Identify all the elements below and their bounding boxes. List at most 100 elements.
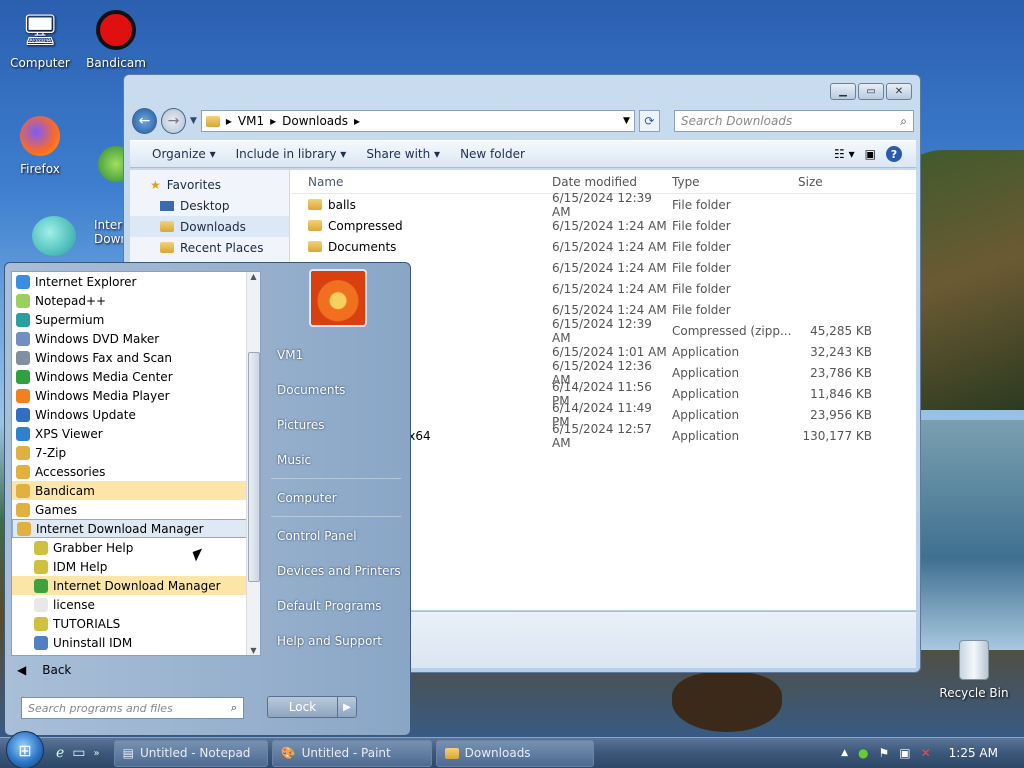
column-date-modified[interactable]: Date modified	[552, 175, 672, 189]
help-icon[interactable]: ?	[886, 146, 902, 162]
breadcrumb-separator-icon[interactable]: ▸	[226, 114, 232, 128]
organize-button[interactable]: Organize ▾	[144, 144, 224, 164]
file-date: 6/15/2024 12:39 AM	[552, 316, 652, 345]
desktop-icon-computer[interactable]: 🖥 Computer	[0, 8, 80, 71]
program-item[interactable]: Grabber Help	[12, 538, 260, 557]
back-button[interactable]: ◀ Back	[17, 660, 71, 680]
task-paint[interactable]: 🎨 Untitled - Paint	[271, 739, 432, 767]
show-desktop-icon[interactable]: ▭	[72, 745, 85, 761]
task-label: Downloads	[464, 746, 531, 760]
minimize-button[interactable]: ▁	[830, 83, 856, 100]
network-icon[interactable]: ▣	[899, 746, 910, 760]
nav-item-desktop[interactable]: Desktop	[130, 195, 289, 216]
new-folder-button[interactable]: New folder	[452, 144, 533, 164]
start-button[interactable]: ⊞	[6, 731, 44, 768]
column-size[interactable]: Size	[792, 175, 872, 189]
nav-item-downloads[interactable]: Downloads	[130, 216, 289, 237]
forward-button[interactable]: →	[160, 108, 186, 134]
program-item[interactable]: Bandicam	[12, 481, 260, 500]
desktop-icon-firefox[interactable]: Firefox	[0, 114, 80, 176]
file-type: Application	[672, 386, 740, 401]
task-downloads[interactable]: Downloads	[435, 739, 594, 767]
file-date: 6/15/2024 12:39 AM	[552, 190, 652, 219]
refresh-icon[interactable]: ⟳	[638, 110, 660, 132]
file-row[interactable]: Documents 6/15/2024 1:24 AM File folder	[290, 236, 916, 257]
program-item[interactable]: TUTORIALS	[12, 614, 260, 633]
breadcrumb-vm1[interactable]: VM1	[238, 114, 264, 128]
program-item[interactable]: Accessories	[12, 462, 260, 481]
task-notepad[interactable]: ▤ Untitled - Notepad	[113, 739, 268, 767]
address-dropdown-icon[interactable]: ▼	[623, 116, 634, 126]
nav-item-recent-places[interactable]: Recent Places	[130, 237, 289, 258]
close-button[interactable]: ✕	[886, 83, 912, 100]
lock-button[interactable]: Lock ▶	[267, 696, 357, 718]
start-item-default-programs[interactable]: Default Programs	[263, 588, 409, 623]
nav-favorites[interactable]: ★ Favorites	[130, 174, 289, 195]
start-item-help-support[interactable]: Help and Support	[263, 623, 409, 658]
scroll-thumb[interactable]	[248, 352, 260, 582]
start-item-computer[interactable]: Computer	[263, 480, 409, 515]
wallpaper-water	[914, 420, 1024, 650]
preview-pane-icon[interactable]: ▣	[865, 147, 876, 161]
program-item[interactable]: Windows Update	[12, 405, 260, 424]
desktop-icon-bandicam[interactable]: Bandicam	[76, 8, 156, 70]
desktop-icon-recycle-bin[interactable]: Recycle Bin	[934, 638, 1014, 700]
program-item[interactable]: license	[12, 595, 260, 614]
program-item[interactable]: Windows Fax and Scan	[12, 348, 260, 367]
internet-explorer-icon[interactable]: ℯ	[56, 745, 64, 761]
breadcrumb-separator-icon[interactable]: ▸	[354, 114, 360, 128]
program-item[interactable]: Windows Media Center	[12, 367, 260, 386]
file-type: File folder	[672, 302, 731, 317]
include-in-library-button[interactable]: Include in library ▾	[228, 144, 355, 164]
file-row[interactable]: Compressed 6/15/2024 1:24 AM File folder	[290, 215, 916, 236]
program-item[interactable]: XPS Viewer	[12, 424, 260, 443]
program-item[interactable]: IDM Help	[12, 557, 260, 576]
back-button[interactable]: ←	[132, 108, 157, 134]
start-item-devices-printers[interactable]: Devices and Printers	[263, 553, 409, 588]
maximize-button[interactable]: ▭	[858, 83, 884, 100]
start-item-control-panel[interactable]: Control Panel	[263, 518, 409, 553]
idm-tray-icon[interactable]: ●	[858, 746, 868, 760]
start-item-pictures[interactable]: Pictures	[263, 407, 409, 442]
search-input[interactable]: Search Downloads ⌕	[674, 110, 914, 132]
file-row[interactable]: balls 6/15/2024 12:39 AM File folder	[290, 191, 916, 219]
toolbar-right: ☷ ▾ ▣ ?	[834, 146, 916, 162]
start-item-vm1[interactable]: VM1	[263, 337, 409, 372]
program-item[interactable]: Internet Explorer	[12, 272, 260, 291]
breadcrumb-downloads[interactable]: Downloads	[282, 114, 348, 128]
program-item[interactable]: Windows DVD Maker	[12, 329, 260, 348]
start-item-music[interactable]: Music	[263, 442, 409, 477]
show-hidden-icons-icon[interactable]: ▲	[841, 748, 848, 758]
share-with-button[interactable]: Share with ▾	[358, 144, 448, 164]
bandicam-icon	[94, 8, 138, 52]
column-name[interactable]: Name	[290, 175, 552, 189]
command-bar: Organize ▾ Include in library ▾ Share wi…	[130, 140, 916, 168]
program-item[interactable]: Games	[12, 500, 260, 519]
start-item-documents[interactable]: Documents	[263, 372, 409, 407]
power-options-arrow-icon[interactable]: ▶	[338, 697, 356, 717]
program-item[interactable]: Uninstall IDM	[12, 633, 260, 652]
breadcrumb-separator-icon[interactable]: ▸	[270, 114, 276, 128]
volume-muted-icon[interactable]: ✕	[921, 746, 931, 760]
user-picture[interactable]	[309, 269, 367, 327]
address-bar[interactable]: ▸ VM1 ▸ Downloads ▸ ▼	[200, 110, 635, 132]
program-item[interactable]: Internet Download Manager	[12, 576, 260, 595]
column-type[interactable]: Type	[672, 175, 792, 189]
programs-scrollbar[interactable]: ▲ ▼	[246, 272, 260, 655]
view-options-icon[interactable]: ☷ ▾	[834, 147, 855, 161]
desktop-icon-supermium[interactable]	[14, 214, 94, 262]
clock[interactable]: 1:25 AM	[949, 746, 998, 760]
file-size: 23,956 KB	[810, 407, 872, 422]
action-center-flag-icon[interactable]: ⚑	[879, 746, 890, 760]
program-item[interactable]: Windows Media Player	[12, 386, 260, 405]
quick-launch-expand-icon[interactable]: »	[94, 748, 100, 759]
program-item[interactable]: 7-Zip	[12, 443, 260, 462]
program-item[interactable]: Notepad++	[12, 291, 260, 310]
scroll-up-icon[interactable]: ▲	[247, 272, 260, 281]
recent-pages-dropdown-icon[interactable]: ▼	[190, 116, 197, 126]
search-icon: ⌕	[230, 701, 237, 714]
program-item[interactable]: Internet Download Manager	[12, 519, 260, 538]
scroll-down-icon[interactable]: ▼	[247, 646, 260, 655]
program-item[interactable]: Supermium	[12, 310, 260, 329]
start-search-input[interactable]: Search programs and files ⌕	[21, 697, 244, 719]
